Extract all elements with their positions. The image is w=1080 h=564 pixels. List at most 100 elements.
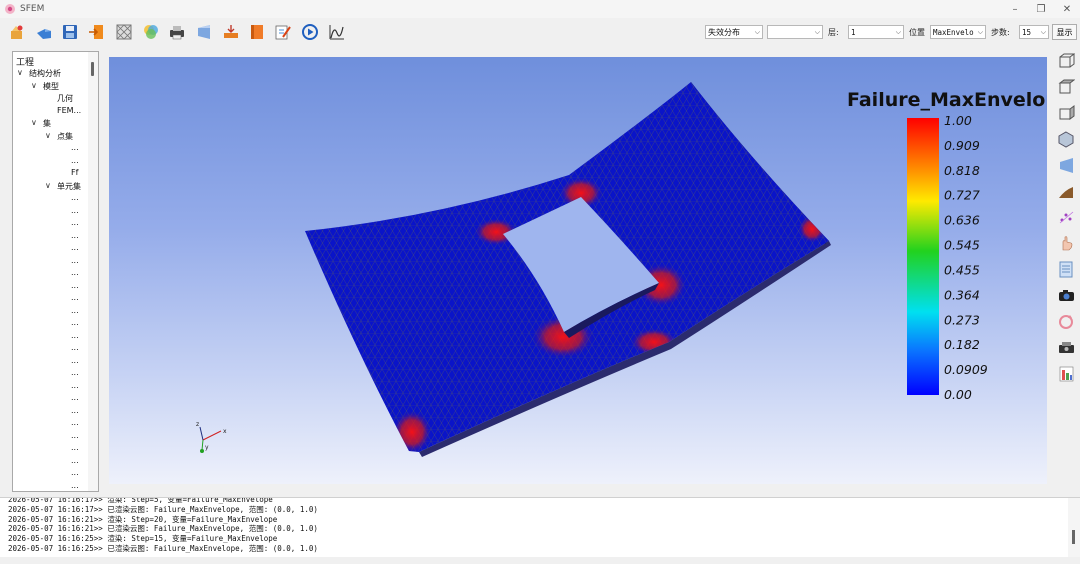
tree-item-fem[interactable]: FEM... xyxy=(57,106,81,115)
legend-tick-label: 0.727 xyxy=(944,188,980,203)
chevron-down-icon[interactable]: ∨ xyxy=(31,81,37,90)
tree-item-element-set[interactable]: ... xyxy=(71,256,79,265)
pan-icon[interactable] xyxy=(1055,233,1077,253)
tree-item-geometry[interactable]: 几何 xyxy=(57,93,73,104)
legend-tick-label: 0.0909 xyxy=(944,362,988,377)
view-side-icon[interactable] xyxy=(1055,103,1077,123)
legend-icon[interactable] xyxy=(1055,259,1077,279)
tree-item-element-set[interactable]: ... xyxy=(71,206,79,215)
rotate-icon[interactable] xyxy=(1055,311,1077,331)
show-button[interactable]: 显示 xyxy=(1052,24,1077,40)
save-icon[interactable] xyxy=(59,21,81,43)
render-viewport[interactable]: x z y Failure_MaxEnvelop 1.00 0.909 0.818 0… xyxy=(109,57,1047,484)
position-select[interactable]: MaxEnvelo ⌵ xyxy=(930,25,986,39)
legend-tick-label: 0.818 xyxy=(944,163,980,178)
tree-item-element-set[interactable]: ... xyxy=(71,468,79,477)
loads-icon[interactable] xyxy=(220,21,242,43)
chevron-down-icon[interactable]: ∨ xyxy=(17,68,23,77)
result-type-select[interactable]: 失效分布 ⌵ xyxy=(705,25,763,39)
screenshot-icon[interactable] xyxy=(1055,337,1077,357)
material-icon[interactable] xyxy=(140,21,162,43)
hotspot xyxy=(392,410,432,452)
tree-item-element-set[interactable]: ... xyxy=(71,456,79,465)
bar-chart-icon[interactable] xyxy=(1055,363,1077,383)
view-plane-icon[interactable] xyxy=(193,21,215,43)
tree-item-element-set[interactable]: ... xyxy=(71,243,79,252)
chevron-down-icon: ⌵ xyxy=(814,28,820,36)
chart-icon[interactable] xyxy=(326,21,348,43)
hotspot xyxy=(798,215,826,243)
log-console[interactable]: 2026-05-07 16:16:17>> 渲染: Step=5, 变量=Fai… xyxy=(0,497,1080,557)
view-front-icon[interactable] xyxy=(1055,51,1077,71)
tree-item-element-set[interactable]: ... xyxy=(71,431,79,440)
app-logo-icon xyxy=(5,4,15,14)
legend-tick-label: 1.00 xyxy=(944,113,972,128)
plane-icon[interactable] xyxy=(1055,155,1077,175)
steps-select[interactable]: 15 ⌵ xyxy=(1019,25,1049,39)
layer-label: 层: xyxy=(828,27,839,37)
tree-item-node-set[interactable]: ... xyxy=(71,156,79,165)
tree-item-element-set[interactable]: ... xyxy=(71,393,79,402)
tree-item-model[interactable]: 模型 xyxy=(43,81,59,92)
printer-icon[interactable] xyxy=(166,21,188,43)
axis-y-label: y xyxy=(205,444,209,451)
variable-select[interactable]: ⌵ xyxy=(767,25,823,39)
log-line: 2026-05-07 16:16:25>> 已渲染云图: Failure_Max… xyxy=(8,544,318,553)
edit-icon[interactable] xyxy=(272,21,294,43)
tree-item-element-set[interactable]: ... xyxy=(71,381,79,390)
scatter-icon[interactable] xyxy=(1055,207,1077,227)
tree-scroll-thumb[interactable] xyxy=(91,62,94,76)
legend-tick-label: 0.182 xyxy=(944,337,980,352)
tree-item-element-set[interactable]: ... xyxy=(71,331,79,340)
tree-item-element-set[interactable]: ... xyxy=(71,343,79,352)
tree-item-analysis[interactable]: 结构分析 xyxy=(29,68,61,79)
axis-x-label: x xyxy=(223,428,227,435)
close-button[interactable]: ✕ xyxy=(1054,0,1080,18)
book-icon[interactable] xyxy=(246,21,268,43)
tree-item-node-set[interactable]: ... xyxy=(71,143,79,152)
tree-item-element-set[interactable]: ... xyxy=(71,306,79,315)
tree-item-node-sets[interactable]: 点集 xyxy=(57,131,73,142)
console-scrollbar[interactable] xyxy=(1068,498,1080,557)
deformation-icon[interactable] xyxy=(1055,181,1077,201)
open-icon[interactable] xyxy=(33,21,55,43)
chevron-down-icon: ⌵ xyxy=(977,28,983,36)
tree-item-element-set[interactable]: ... xyxy=(71,406,79,415)
tree-item-element-set[interactable]: ... xyxy=(71,368,79,377)
tree-item-element-sets[interactable]: 单元集 xyxy=(57,181,81,192)
play-icon[interactable] xyxy=(299,21,321,43)
tree-item-element-set[interactable]: ... xyxy=(71,231,79,240)
export-icon[interactable] xyxy=(86,21,108,43)
axis-z-label: z xyxy=(196,421,199,428)
tree-item-element-set[interactable]: ... xyxy=(71,281,79,290)
camera-icon[interactable] xyxy=(1055,285,1077,305)
import-model-icon[interactable] xyxy=(6,21,28,43)
window-title: SFEM xyxy=(20,4,45,14)
restore-button[interactable]: ❐ xyxy=(1028,0,1054,18)
tree-item-sets[interactable]: 集 xyxy=(43,118,51,129)
steps-value: 15 xyxy=(1022,27,1032,37)
view-top-icon[interactable] xyxy=(1055,77,1077,97)
chevron-down-icon[interactable]: ∨ xyxy=(31,118,37,127)
layer-select[interactable]: 1 ⌵ xyxy=(848,25,904,39)
iso-view-icon[interactable] xyxy=(1055,129,1077,149)
console-scroll-thumb[interactable] xyxy=(1072,530,1075,544)
tree-header: 工程 xyxy=(16,58,35,68)
minimize-button[interactable]: – xyxy=(1002,0,1028,18)
result-type-value: 失效分布 xyxy=(708,27,740,37)
chevron-down-icon[interactable]: ∨ xyxy=(45,181,51,190)
tree-scrollbar[interactable] xyxy=(88,52,98,491)
tree-item-element-set[interactable]: ... xyxy=(71,481,79,490)
tree-item-element-set[interactable]: ... xyxy=(71,268,79,277)
steps-label: 步数: xyxy=(991,27,1010,37)
tree-item-element-set[interactable]: ... xyxy=(71,443,79,452)
tree-item-element-set[interactable]: ... xyxy=(71,218,79,227)
tree-item-element-set[interactable]: ... xyxy=(71,193,79,202)
tree-item-element-set[interactable]: ... xyxy=(71,356,79,365)
tree-item-element-set[interactable]: ... xyxy=(71,418,79,427)
chevron-down-icon[interactable]: ∨ xyxy=(45,131,51,140)
tree-item-element-set[interactable]: ... xyxy=(71,318,79,327)
mesh-icon[interactable] xyxy=(113,21,135,43)
tree-item-element-set[interactable]: ... xyxy=(71,293,79,302)
tree-item-ff[interactable]: Ff xyxy=(71,168,78,177)
